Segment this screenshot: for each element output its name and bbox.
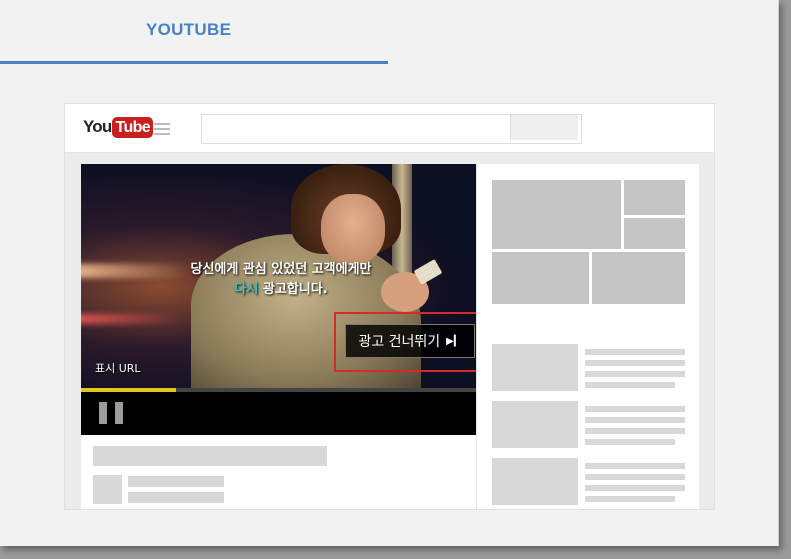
ad-caption-line1: 당신에게 관심 있었던 고객에게만 xyxy=(190,262,372,277)
youtube-header: You Tube xyxy=(65,104,714,153)
column-divider xyxy=(476,164,477,509)
related-video-line xyxy=(585,485,685,491)
channel-meta-placeholder xyxy=(128,492,224,503)
ad-caption-highlight: 다시 xyxy=(234,282,259,297)
search-button[interactable] xyxy=(510,115,578,140)
related-video-line xyxy=(585,474,685,480)
tab-youtube[interactable]: YOUTUBE xyxy=(0,0,388,64)
ad-caption: 당신에게 관심 있었던 고객에게만 다시 광고합니다. xyxy=(151,260,411,300)
logo-tube-text: Tube xyxy=(112,116,154,138)
channel-name-placeholder xyxy=(128,476,224,487)
content-area: 당신에게 관심 있었던 고객에게만 다시 광고합니다. 표시 URL 광고 건너… xyxy=(81,164,699,509)
tab-active-underline xyxy=(0,61,388,64)
pause-icon[interactable] xyxy=(99,402,123,424)
companion-ad-tile xyxy=(624,218,685,249)
title-placeholder xyxy=(93,446,327,466)
related-video-line xyxy=(585,382,675,388)
related-video-line xyxy=(585,417,685,423)
tab-youtube-label: YOUTUBE xyxy=(146,20,232,39)
related-video-line xyxy=(585,463,685,469)
logo-you-text: You xyxy=(83,117,112,136)
tab-card: YOUTUBE You Tube 당신에게 관심 있었던 고객에게만 다시 광고… xyxy=(0,0,779,546)
channel-avatar-placeholder xyxy=(93,475,122,504)
related-video-line xyxy=(585,349,685,355)
related-video-thumb xyxy=(492,458,578,505)
ad-caption-line2: 광고합니다. xyxy=(258,282,328,297)
related-video-line xyxy=(585,360,685,366)
related-video-line xyxy=(585,371,685,377)
related-video-line xyxy=(585,428,685,434)
companion-ad-tile xyxy=(624,180,685,215)
related-video-thumb xyxy=(492,401,578,448)
skip-ad-button[interactable]: 광고 건너뛰기 ▶▎ xyxy=(345,324,475,358)
skip-ad-label: 광고 건너뛰기 xyxy=(358,334,441,350)
skip-next-icon: ▶▎ xyxy=(446,335,462,347)
related-video-line xyxy=(585,496,675,502)
youtube-logo[interactable]: You Tube xyxy=(83,116,154,138)
menu-icon[interactable] xyxy=(154,123,170,135)
companion-ad-tile xyxy=(492,180,621,249)
companion-ad-tile xyxy=(592,252,685,304)
related-video-line xyxy=(585,439,675,445)
youtube-mockup: You Tube 당신에게 관심 있었던 고객에게만 다시 광고합니다. 표시 … xyxy=(64,103,715,510)
related-video-thumb xyxy=(492,344,578,391)
page-body: 당신에게 관심 있었던 고객에게만 다시 광고합니다. 표시 URL 광고 건너… xyxy=(65,153,714,509)
player-controls xyxy=(81,392,476,435)
companion-ad-tile xyxy=(492,252,589,304)
video-player[interactable]: 당신에게 관심 있었던 고객에게만 다시 광고합니다. 표시 URL 광고 건너… xyxy=(81,164,476,435)
related-video-line xyxy=(585,406,685,412)
display-url-label[interactable]: 표시 URL xyxy=(95,360,141,376)
